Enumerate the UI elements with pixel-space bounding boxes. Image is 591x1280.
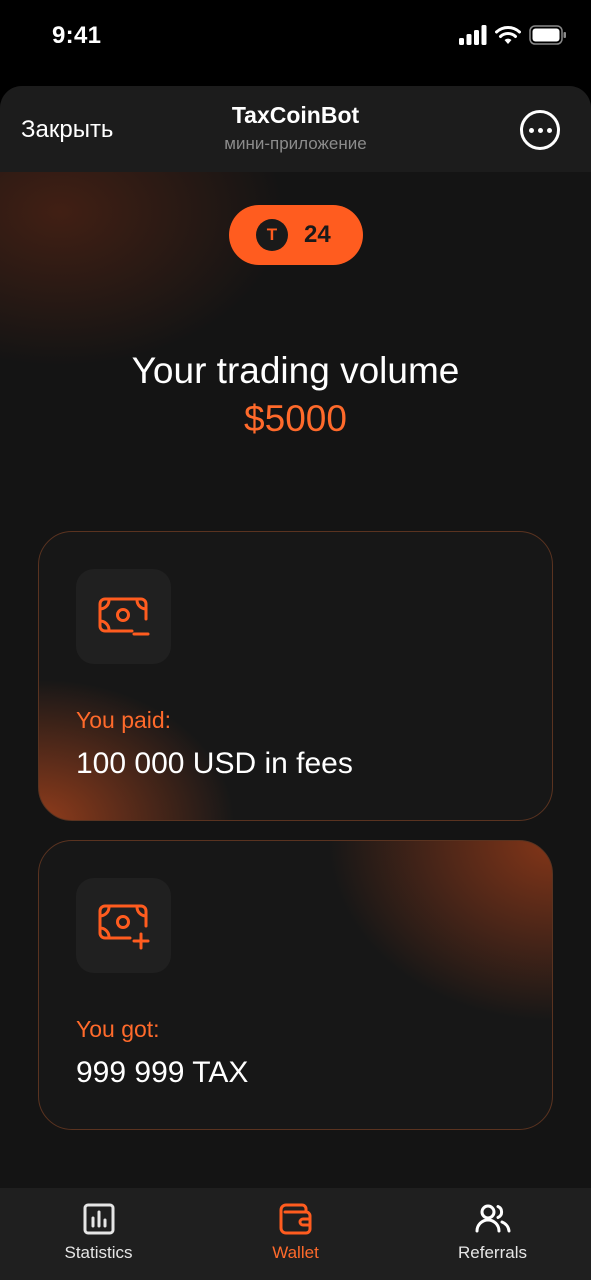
status-icons [459,25,567,45]
status-time: 9:41 [52,22,102,49]
coin-count: 24 [304,221,331,248]
fees-paid-label: You paid: [76,707,172,733]
tab-bar: Statistics Wallet Referrals [0,1188,591,1280]
wifi-icon [495,26,521,44]
referrals-icon [475,1204,510,1233]
signal-icon [459,25,487,45]
main-content: T 24 Your trading volume $5000 You paid:… [0,172,591,1188]
tokens-got-value: 999 999 TAX [76,1056,249,1089]
header: Закрыть TaxCoinBot мини-приложение [0,86,591,172]
fees-paid-value: 100 000 USD in fees [76,747,353,780]
coin-balance-pill[interactable]: T 24 [229,205,363,265]
fees-paid-card: You paid: 100 000 USD in fees [38,531,553,821]
cash-plus-icon [76,878,171,973]
statistics-icon [83,1203,114,1235]
mini-app-sheet: Закрыть TaxCoinBot мини-приложение T 24 … [0,86,591,1280]
tokens-got-card: You got: 999 999 TAX [38,840,553,1130]
tab-statistics-label: Statistics [64,1243,133,1262]
tab-wallet[interactable]: Wallet [197,1188,394,1280]
title-block: TaxCoinBot мини-приложение [0,102,591,154]
app-subtitle: мини-приложение [224,134,367,153]
volume-title: Your trading volume [131,350,460,391]
tab-referrals[interactable]: Referrals [394,1188,591,1280]
tab-wallet-label: Wallet [272,1243,319,1262]
status-bar: 9:41 [0,0,591,86]
wallet-icon [279,1203,311,1235]
volume-value: $5000 [244,398,347,439]
battery-icon [529,25,566,45]
tokens-got-label: You got: [76,1016,160,1042]
more-dots-icon[interactable] [520,110,560,150]
cash-minus-icon [76,569,171,664]
app-title: TaxCoinBot [231,102,360,128]
coin-icon: T [256,219,288,251]
tab-referrals-label: Referrals [458,1243,527,1262]
tab-statistics[interactable]: Statistics [0,1188,197,1280]
